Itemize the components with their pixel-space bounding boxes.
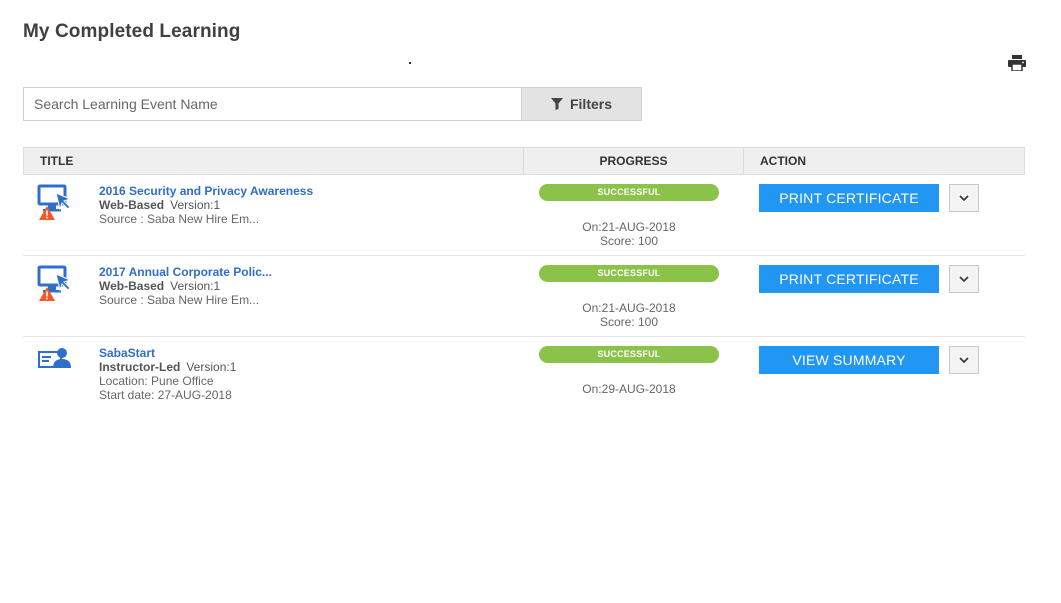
search-input[interactable]: [24, 88, 521, 120]
status-badge: SUCCESSFUL: [539, 265, 719, 282]
course-title-link[interactable]: 2016 Security and Privacy Awareness: [99, 184, 313, 198]
version: Version:1: [170, 279, 221, 293]
status-badge: SUCCESSFUL: [539, 346, 719, 363]
course-source: Source : Saba New Hire Em...: [99, 293, 260, 307]
column-header-action: ACTION: [760, 154, 806, 168]
table-row: 2016 Security and Privacy Awareness Web-…: [23, 175, 1025, 256]
delivery-type: Web-Based: [99, 198, 165, 212]
view-summary-button[interactable]: VIEW SUMMARY: [759, 346, 939, 374]
score: Score: 100: [599, 234, 659, 248]
status-badge: SUCCESSFUL: [539, 184, 719, 201]
course-location: Location: Pune Office: [99, 374, 214, 388]
print-certificate-button[interactable]: PRINT CERTIFICATE: [759, 265, 939, 293]
print-certificate-button[interactable]: PRINT CERTIFICATE: [759, 184, 939, 212]
table-row: 2017 Annual Corporate Polic... Web-Based…: [23, 256, 1025, 337]
completion-date: On:29-AUG-2018: [582, 382, 676, 396]
table-row: SabaStart Instructor-Led Version:1 Locati…: [23, 337, 1025, 418]
delivery-type: Instructor-Led: [99, 360, 181, 374]
stray-dot: [409, 62, 411, 64]
course-title-link[interactable]: 2017 Annual Corporate Polic...: [99, 265, 272, 279]
filter-icon: [550, 98, 563, 110]
completed-learning-table: TITLE PROGRESS ACTION 2016 Security and …: [23, 147, 1025, 418]
chevron-down-icon: [959, 276, 969, 282]
course-title-link[interactable]: SabaStart: [99, 346, 236, 360]
print-icon[interactable]: [1008, 55, 1026, 71]
score: Score: 100: [599, 315, 659, 329]
warning-icon: [39, 206, 55, 220]
delivery-type: Web-Based: [99, 279, 165, 293]
page-title: My Completed Learning: [23, 21, 241, 42]
column-header-progress: PROGRESS: [524, 148, 744, 174]
filters-label: Filters: [569, 96, 612, 112]
search-bar: Filters: [23, 87, 642, 121]
course-source: Source : Saba New Hire Em...: [99, 212, 260, 226]
column-header-title: TITLE: [24, 148, 524, 174]
table-header: TITLE PROGRESS ACTION: [23, 147, 1025, 175]
completion-date: On:21-AUG-2018: [582, 220, 676, 234]
version: Version:1: [170, 198, 221, 212]
filters-button[interactable]: Filters: [521, 88, 641, 120]
instructor-led-icon: [38, 348, 71, 368]
chevron-down-icon: [959, 195, 969, 201]
row-menu-button[interactable]: [949, 184, 979, 212]
row-menu-button[interactable]: [949, 265, 979, 293]
completion-date: On:21-AUG-2018: [582, 301, 676, 315]
version: Version:1: [186, 360, 237, 374]
row-menu-button[interactable]: [949, 346, 979, 374]
chevron-down-icon: [959, 357, 969, 363]
warning-icon: [39, 287, 55, 301]
course-start-date: Start date: 27-AUG-2018: [99, 388, 232, 402]
